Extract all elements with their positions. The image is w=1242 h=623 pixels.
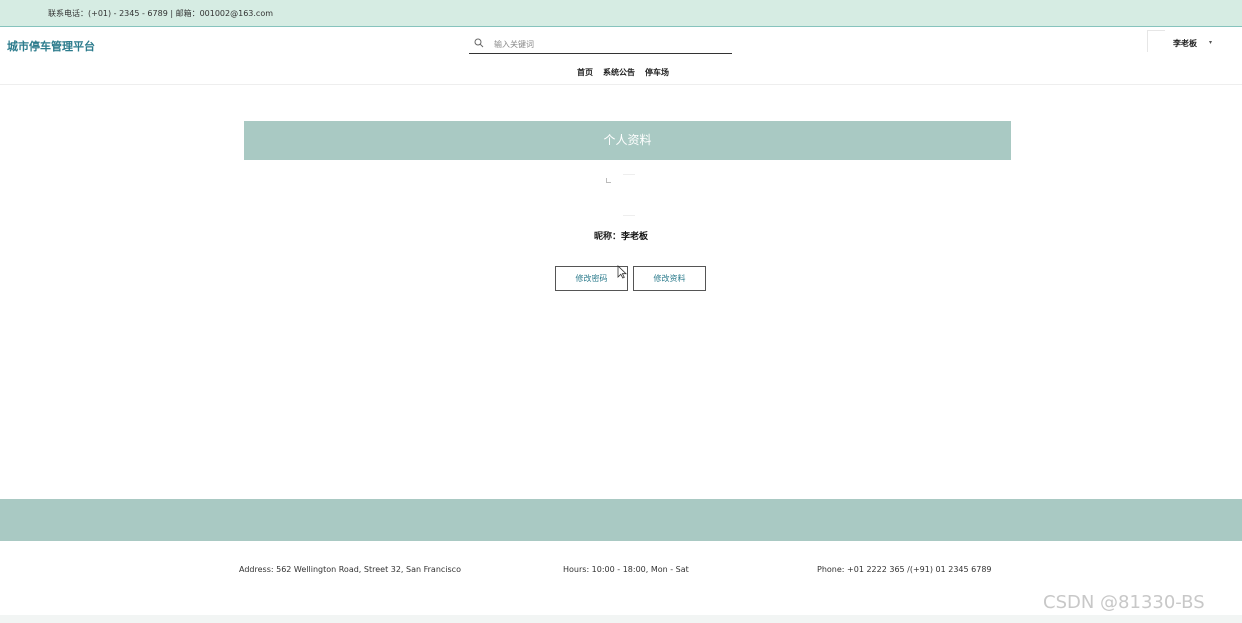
- main-nav: 首页 系统公告 停车场: [577, 67, 669, 78]
- search-input[interactable]: [494, 38, 724, 51]
- avatar-edge-bottom: [623, 215, 635, 216]
- site-header: 城市停车管理平台 首页 系统公告 停车场 李老板 ▾: [0, 27, 1242, 85]
- watermark: CSDN @81330-BS: [1043, 592, 1205, 613]
- profile-avatar: [603, 174, 653, 216]
- chevron-down-icon[interactable]: ▾: [1209, 39, 1212, 46]
- contact-info: 联系电话：(+01) - 2345 - 6789 | 邮箱：001002@163…: [48, 9, 274, 18]
- nav-item-parking[interactable]: 停车场: [645, 67, 669, 78]
- broken-image-icon: [606, 178, 611, 183]
- avatar[interactable]: [1147, 30, 1165, 52]
- bottom-strip: [0, 615, 1242, 623]
- search-box: [469, 36, 732, 54]
- avatar-edge-top: [623, 174, 635, 175]
- nickname-row: 昵称：李老板: [0, 229, 1242, 242]
- footer-band: [0, 499, 1242, 541]
- page-title: 个人资料: [244, 121, 1011, 160]
- footer-phone: Phone: +01 2222 365 /(+91) 01 2345 6789: [817, 565, 992, 574]
- search-icon[interactable]: [474, 38, 484, 48]
- site-brand[interactable]: 城市停车管理平台: [7, 38, 95, 54]
- nav-item-home[interactable]: 首页: [577, 67, 593, 78]
- top-contact-bar: 联系电话：(+01) - 2345 - 6789 | 邮箱：001002@163…: [0, 0, 1242, 27]
- nav-item-announcements[interactable]: 系统公告: [603, 67, 635, 78]
- edit-profile-button[interactable]: 修改资料: [633, 266, 706, 291]
- user-menu[interactable]: 李老板 ▾: [1147, 30, 1227, 55]
- mouse-cursor-icon: [617, 265, 627, 279]
- footer-hours: Hours: 10:00 - 18:00, Mon - Sat: [563, 565, 689, 574]
- footer-address: Address: 562 Wellington Road, Street 32,…: [239, 565, 461, 574]
- nickname-value: 李老板: [621, 232, 649, 242]
- user-name[interactable]: 李老板: [1173, 38, 1197, 49]
- nickname-label: 昵称：: [593, 232, 621, 242]
